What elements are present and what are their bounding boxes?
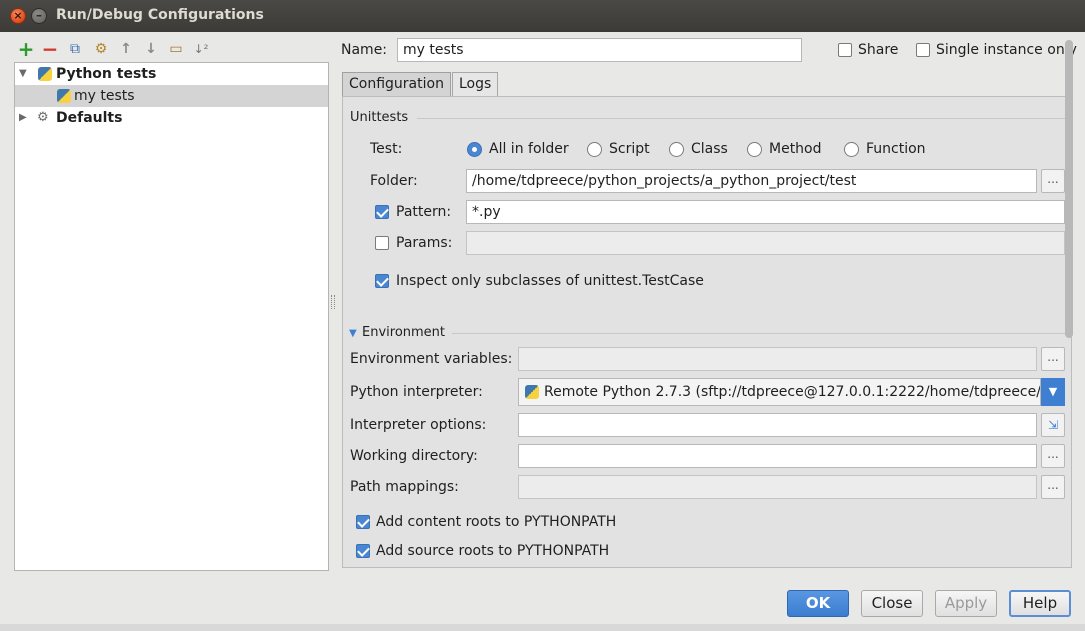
params-input[interactable]	[466, 231, 1065, 255]
radio-label: Function	[866, 141, 926, 157]
env-vars-input[interactable]	[518, 347, 1037, 371]
tree-item-defaults[interactable]: ▶ ⚙ Defaults	[15, 107, 328, 129]
config-tree: ▼ Python tests my tests ▶ ⚙ Defaults	[14, 62, 329, 571]
sort-icon[interactable]: ↓²	[191, 38, 211, 60]
radio-class[interactable]	[669, 142, 684, 157]
radio-label: Script	[609, 141, 650, 157]
move-down-icon[interactable]: ↓	[141, 38, 161, 60]
params-label: Params:	[396, 235, 453, 251]
interpreter-dropdown-icon[interactable]: ▼	[1041, 378, 1065, 406]
remove-icon[interactable]: −	[40, 38, 60, 60]
share-label: Share	[858, 42, 899, 58]
close-button[interactable]: Close	[861, 590, 923, 617]
add-icon[interactable]: +	[16, 38, 36, 60]
expand-icon[interactable]: ⇲	[1041, 413, 1065, 437]
name-label: Name:	[341, 42, 388, 58]
single-instance-checkbox[interactable]	[916, 43, 930, 57]
interp-options-input[interactable]	[518, 413, 1037, 437]
panel-splitter[interactable]	[331, 295, 335, 309]
window-title: Run/Debug Configurations	[56, 7, 264, 23]
env-vars-browse-button[interactable]: ...	[1041, 347, 1065, 371]
working-dir-browse-button[interactable]: ...	[1041, 444, 1065, 468]
background-window-strip	[0, 624, 1085, 631]
interp-options-label: Interpreter options:	[350, 417, 487, 433]
tree-item-label: my tests	[74, 88, 135, 104]
vertical-scrollbar[interactable]	[1065, 40, 1073, 562]
radio-label: All in folder	[489, 141, 569, 157]
pattern-input[interactable]: *.py	[466, 200, 1065, 224]
radio-all-in-folder[interactable]	[467, 142, 482, 157]
title-bar: × – Run/Debug Configurations	[0, 0, 1085, 32]
path-mappings-browse-button[interactable]: ...	[1041, 475, 1065, 499]
content-roots-checkbox[interactable]	[356, 515, 370, 529]
radio-label: Class	[691, 141, 728, 157]
working-dir-label: Working directory:	[350, 448, 478, 464]
unittests-section-title: Unittests	[350, 110, 409, 125]
source-roots-label: Add source roots to PYTHONPATH	[376, 543, 610, 559]
window-minimize-icon[interactable]: –	[31, 8, 47, 24]
environment-section-title: Environment	[362, 325, 446, 340]
folder-icon[interactable]: ▭	[166, 38, 186, 60]
unittests-separator	[417, 118, 1065, 119]
interpreter-label: Python interpreter:	[350, 384, 483, 400]
tree-item-python-tests[interactable]: ▼ Python tests	[15, 63, 328, 85]
radio-label: Method	[769, 141, 822, 157]
folder-input[interactable]: /home/tdpreece/python_projects/a_python_…	[466, 169, 1037, 193]
environment-separator	[452, 333, 1065, 334]
name-input[interactable]: my tests	[397, 38, 802, 62]
inspect-subclasses-label: Inspect only subclasses of unittest.Test…	[396, 273, 704, 289]
help-button[interactable]: Help	[1009, 590, 1071, 617]
python-interpreter-icon	[525, 385, 539, 399]
content-roots-label: Add content roots to PYTHONPATH	[376, 514, 617, 530]
params-checkbox[interactable]	[375, 236, 389, 250]
source-roots-checkbox[interactable]	[356, 544, 370, 558]
working-dir-input[interactable]	[518, 444, 1037, 468]
scrollbar-thumb[interactable]	[1065, 40, 1073, 338]
folder-browse-button[interactable]: ...	[1041, 169, 1065, 193]
interpreter-select[interactable]: Remote Python 2.7.3 (sftp://tdpreece@127…	[518, 378, 1041, 406]
single-instance-label: Single instance only	[936, 42, 1077, 58]
radio-method[interactable]	[747, 142, 762, 157]
tree-item-label: Defaults	[56, 110, 123, 126]
window-close-icon[interactable]: ×	[10, 8, 26, 24]
tree-item-my-tests[interactable]: my tests	[15, 85, 328, 107]
path-mappings-input[interactable]	[518, 475, 1037, 499]
radio-function[interactable]	[844, 142, 859, 157]
tab-logs[interactable]: Logs	[452, 72, 499, 96]
expanded-arrow-icon[interactable]: ▼	[19, 63, 27, 85]
ok-button[interactable]: OK	[787, 590, 849, 617]
run-debug-dialog: × – Run/Debug Configurations + − ⧉ ⚙ ↑ ↓…	[0, 0, 1085, 631]
path-mappings-label: Path mappings:	[350, 479, 459, 495]
environment-collapse-icon[interactable]: ▼	[349, 325, 357, 343]
collapsed-arrow-icon[interactable]: ▶	[19, 107, 27, 129]
env-vars-label: Environment variables:	[350, 351, 513, 367]
folder-label: Folder:	[370, 173, 418, 189]
tab-configuration[interactable]: Configuration	[342, 72, 451, 96]
edit-defaults-icon[interactable]: ⚙	[91, 38, 111, 60]
python-test-config-icon	[57, 89, 71, 103]
copy-icon[interactable]: ⧉	[65, 38, 85, 60]
defaults-wrench-icon: ⚙	[37, 110, 49, 125]
pattern-checkbox[interactable]	[375, 205, 389, 219]
pattern-label: Pattern:	[396, 204, 452, 220]
inspect-subclasses-checkbox[interactable]	[375, 274, 389, 288]
python-tests-icon	[38, 67, 52, 81]
move-up-icon[interactable]: ↑	[116, 38, 136, 60]
test-label: Test:	[370, 141, 403, 157]
share-checkbox[interactable]	[838, 43, 852, 57]
tree-item-label: Python tests	[56, 66, 157, 82]
radio-script[interactable]	[587, 142, 602, 157]
apply-button[interactable]: Apply	[935, 590, 997, 617]
